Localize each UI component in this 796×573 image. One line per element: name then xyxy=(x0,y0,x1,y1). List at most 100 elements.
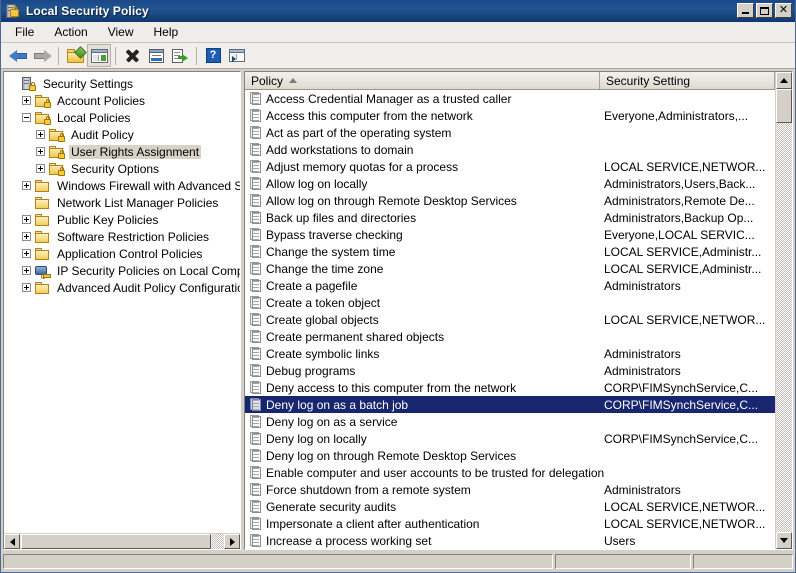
export-list-button[interactable] xyxy=(168,44,192,67)
expand-plus-icon[interactable] xyxy=(22,96,31,105)
scroll-left-button[interactable] xyxy=(4,534,20,549)
scrollbar-track[interactable] xyxy=(212,534,224,549)
properties-button[interactable] xyxy=(144,44,168,67)
tree-item-application-control-policies[interactable]: Application Control Policies xyxy=(6,245,240,262)
policy-row[interactable]: Deny log on locally CORP\FIMSynchService,… xyxy=(245,430,775,447)
expand-plus-icon[interactable] xyxy=(36,147,45,156)
policy-row[interactable]: Adjust memory quotas for a process LOCAL … xyxy=(245,158,775,175)
tree-item-security-settings[interactable]: Security Settings xyxy=(6,75,240,92)
expand-plus-icon[interactable] xyxy=(36,130,45,139)
expand-plus-icon[interactable] xyxy=(22,181,31,190)
policy-icon xyxy=(249,313,262,326)
expand-plus-icon[interactable] xyxy=(22,232,31,241)
scroll-down-button[interactable] xyxy=(776,532,792,549)
policy-name: Enable computer and user accounts to be … xyxy=(266,465,604,480)
policy-row[interactable]: Create permanent shared objects xyxy=(245,328,775,345)
minimize-button[interactable] xyxy=(737,3,754,18)
policy-row[interactable]: Deny log on as a service xyxy=(245,413,775,430)
expand-plus-icon[interactable] xyxy=(22,215,31,224)
expand-plus-icon[interactable] xyxy=(22,283,31,292)
tree-item-label: Audit Policy xyxy=(71,127,134,142)
console-tree-pane: Security Settings Account Policies Local P… xyxy=(2,70,242,551)
policy-folder-icon xyxy=(49,145,65,159)
policy-row[interactable]: Access Credential Manager as a trusted c… xyxy=(245,90,775,107)
list-vertical-scrollbar[interactable] xyxy=(775,72,792,549)
tree-item-advanced-audit-policy-configuration[interactable]: Advanced Audit Policy Configuration xyxy=(6,279,240,296)
policy-row[interactable]: Debug programs Administrators xyxy=(245,362,775,379)
policy-row[interactable]: Add workstations to domain xyxy=(245,141,775,158)
console-tree[interactable]: Security Settings Account Policies Local P… xyxy=(4,72,240,533)
policy-row[interactable]: Deny log on as a batch job CORP\FIMSynchS… xyxy=(245,396,775,413)
scroll-right-button[interactable] xyxy=(224,534,240,549)
scrollbar-thumb[interactable] xyxy=(776,89,792,123)
policy-row[interactable]: Allow log on through Remote Desktop Serv… xyxy=(245,192,775,209)
policy-row[interactable]: Back up files and directories Administrat… xyxy=(245,209,775,226)
policy-row[interactable]: Bypass traverse checking Everyone,LOCAL S… xyxy=(245,226,775,243)
policy-row[interactable]: Change the system time LOCAL SERVICE,Admi… xyxy=(245,243,775,260)
tree-item-network-list-manager-policies[interactable]: Network List Manager Policies xyxy=(6,194,240,211)
tree-item-ip-security-policies-on-local-computer[interactable]: IP Security Policies on Local Computer xyxy=(6,262,240,279)
show-hide-console-tree-button[interactable] xyxy=(87,44,111,67)
policy-row[interactable]: Create global objects LOCAL SERVICE,NETWO… xyxy=(245,311,775,328)
expand-plus-icon[interactable] xyxy=(22,266,31,275)
policy-row[interactable]: Generate security audits LOCAL SERVICE,NE… xyxy=(245,498,775,515)
tree-item-local-policies[interactable]: Local Policies xyxy=(6,109,240,126)
policy-security-setting: LOCAL SERVICE,NETWOR... xyxy=(604,312,766,327)
folder-icon xyxy=(35,213,51,227)
column-header-security-setting[interactable]: Security Setting xyxy=(600,72,775,89)
policy-security-setting: Administrators xyxy=(604,278,681,293)
menu-item-file[interactable]: File xyxy=(5,23,44,42)
tree-item-software-restriction-policies[interactable]: Software Restriction Policies xyxy=(6,228,240,245)
policy-row[interactable]: Change the time zone LOCAL SERVICE,Admini… xyxy=(245,260,775,277)
policy-name: Create a pagefile xyxy=(266,278,358,293)
delete-button[interactable] xyxy=(120,44,144,67)
help-button[interactable]: ? xyxy=(201,44,225,67)
policy-row[interactable]: Deny log on through Remote Desktop Servi… xyxy=(245,447,775,464)
scrollbar-track[interactable] xyxy=(776,123,792,532)
tree-horizontal-scrollbar[interactable] xyxy=(4,533,240,549)
toolbar-separator xyxy=(115,46,116,65)
policy-row[interactable]: Create a token object xyxy=(245,294,775,311)
policy-row[interactable]: Allow log on locally Administrators,Users… xyxy=(245,175,775,192)
policy-row[interactable]: Impersonate a client after authenticatio… xyxy=(245,515,775,532)
maximize-button[interactable] xyxy=(756,3,773,18)
policy-icon xyxy=(249,262,262,275)
show-action-pane-button[interactable] xyxy=(225,44,249,67)
menu-item-view[interactable]: View xyxy=(98,23,144,42)
tree-item-windows-firewall-with-advanced-security[interactable]: Windows Firewall with Advanced Security xyxy=(6,177,240,194)
policy-name: Change the time zone xyxy=(266,261,384,276)
scroll-up-button[interactable] xyxy=(776,72,792,89)
menu-bar: File Action View Help xyxy=(1,22,795,43)
policy-row[interactable]: Create symbolic links Administrators xyxy=(245,345,775,362)
menu-item-help[interactable]: Help xyxy=(144,23,189,42)
collapse-minus-icon[interactable] xyxy=(22,113,31,122)
policy-row[interactable]: Increase a process working set Users xyxy=(245,532,775,549)
policy-row[interactable]: Deny access to this computer from the ne… xyxy=(245,379,775,396)
expand-plus-icon[interactable] xyxy=(22,249,31,258)
policy-row[interactable]: Force shutdown from a remote system Admin… xyxy=(245,481,775,498)
tree-item-account-policies[interactable]: Account Policies xyxy=(6,92,240,109)
policy-icon xyxy=(249,500,262,513)
menu-item-action[interactable]: Action xyxy=(44,23,97,42)
expand-plus-icon[interactable] xyxy=(36,164,45,173)
policy-row[interactable]: Access this computer from the network Eve… xyxy=(245,107,775,124)
up-one-level-button[interactable] xyxy=(63,44,87,67)
policy-name: Create permanent shared objects xyxy=(266,329,445,344)
policy-row[interactable]: Enable computer and user accounts to be … xyxy=(245,464,775,481)
tree-item-user-rights-assignment[interactable]: User Rights Assignment xyxy=(6,143,240,160)
tree-item-security-options[interactable]: Security Options xyxy=(6,160,240,177)
close-button[interactable]: ✕ xyxy=(775,3,792,18)
policy-row[interactable]: Create a pagefile Administrators xyxy=(245,277,775,294)
scrollbar-thumb[interactable] xyxy=(21,534,211,549)
policy-row[interactable]: Act as part of the operating system xyxy=(245,124,775,141)
tree-item-audit-policy[interactable]: Audit Policy xyxy=(6,126,240,143)
chevron-right-icon xyxy=(229,537,235,546)
policy-list[interactable]: Access Credential Manager as a trusted c… xyxy=(245,90,775,549)
toolbar-separator xyxy=(58,46,59,65)
sort-ascending-icon xyxy=(289,78,298,83)
forward-button[interactable] xyxy=(30,44,54,67)
column-header-policy[interactable]: Policy xyxy=(245,72,600,89)
tree-item-public-key-policies[interactable]: Public Key Policies xyxy=(6,211,240,228)
title-bar[interactable]: Local Security Policy ✕ xyxy=(1,0,795,22)
back-button[interactable] xyxy=(6,44,30,67)
